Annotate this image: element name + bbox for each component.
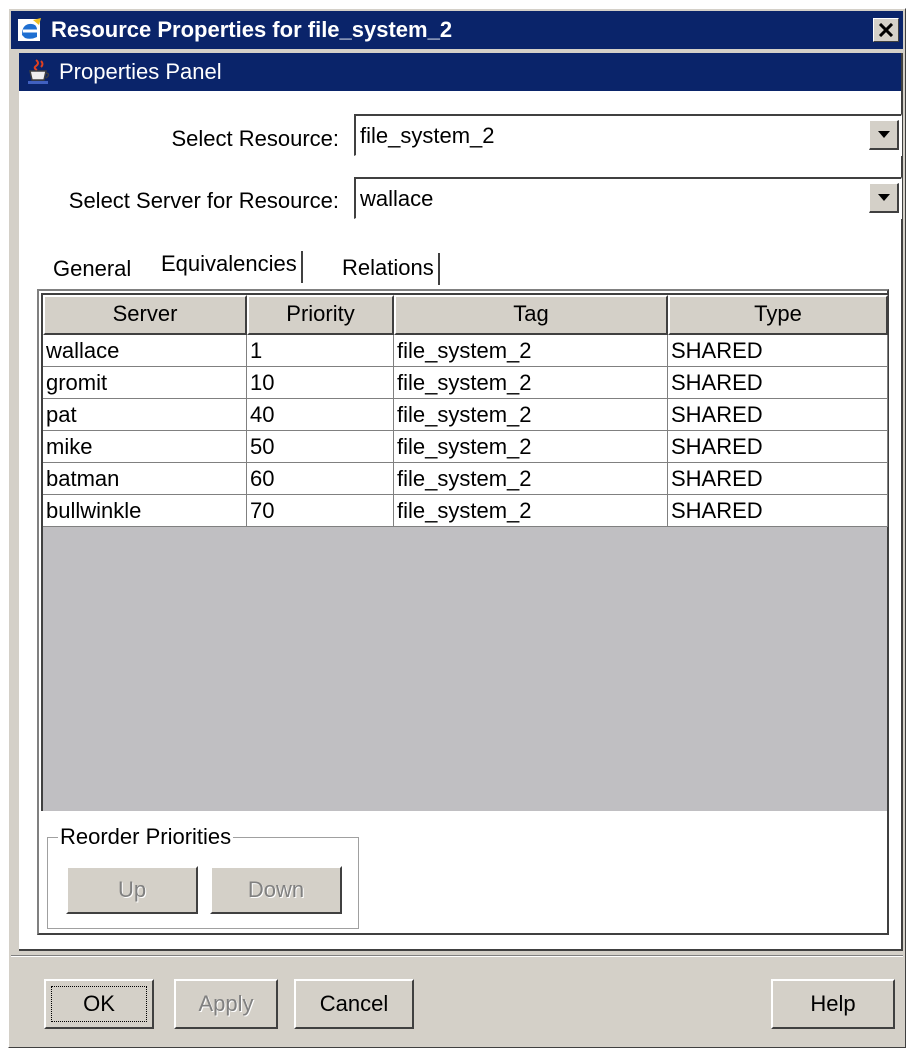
cell-priority[interactable]: 50: [247, 431, 394, 463]
footer-separator-highlight: [11, 956, 903, 957]
panel-header: Properties Panel: [19, 53, 901, 91]
cell-tag[interactable]: file_system_2: [394, 335, 668, 367]
column-header-tag[interactable]: Tag: [394, 295, 668, 335]
cell-type[interactable]: SHARED: [668, 335, 888, 367]
cell-server[interactable]: gromit: [43, 367, 247, 399]
equivalencies-table[interactable]: Server Priority Tag Type wallace 1 file_sy…: [41, 293, 888, 811]
select-server-dropdown[interactable]: wallace: [354, 177, 902, 219]
select-resource-dropdown-button[interactable]: [869, 120, 899, 150]
column-header-type[interactable]: Type: [668, 295, 888, 335]
column-header-priority[interactable]: Priority: [247, 295, 394, 335]
cell-tag[interactable]: file_system_2: [394, 431, 668, 463]
select-server-label: Select Server for Resource:: [68, 188, 339, 213]
close-icon: [878, 23, 894, 37]
cell-tag[interactable]: file_system_2: [394, 463, 668, 495]
help-button[interactable]: Help: [771, 979, 895, 1029]
cell-server[interactable]: wallace: [43, 335, 247, 367]
apply-button[interactable]: Apply: [174, 979, 278, 1029]
select-resource-dropdown[interactable]: file_system_2: [354, 114, 902, 156]
java-app-icon: [17, 17, 43, 43]
select-server-value: wallace: [360, 186, 434, 211]
down-button[interactable]: Down: [210, 866, 342, 914]
cell-type[interactable]: SHARED: [668, 495, 888, 527]
cell-type[interactable]: SHARED: [668, 399, 888, 431]
cancel-button[interactable]: Cancel: [294, 979, 414, 1029]
reorder-priorities-group: Reorder Priorities Up Down: [47, 824, 359, 929]
cell-tag[interactable]: file_system_2: [394, 399, 668, 431]
cell-server[interactable]: pat: [43, 399, 247, 431]
tab-equivalencies[interactable]: Equivalencies: [161, 251, 303, 283]
reorder-priorities-label: Reorder Priorities: [58, 824, 234, 850]
equivalencies-tab-panel: Server Priority Tag Type wallace 1 file_sy…: [37, 289, 889, 935]
cell-type[interactable]: SHARED: [668, 431, 888, 463]
cell-type[interactable]: SHARED: [668, 367, 888, 399]
select-resource-label: Select Resource:: [171, 126, 339, 151]
close-button[interactable]: [873, 18, 899, 42]
properties-dialog: Resource Properties for file_system_2 Pr…: [8, 8, 906, 1048]
cell-server[interactable]: bullwinkle: [43, 495, 247, 527]
cell-tag[interactable]: file_system_2: [394, 495, 668, 527]
tab-general[interactable]: General: [53, 256, 131, 282]
column-header-server[interactable]: Server: [43, 295, 247, 335]
cell-priority[interactable]: 60: [247, 463, 394, 495]
properties-panel: Properties Panel Select Resource: file_s…: [19, 53, 903, 951]
chevron-down-icon: [877, 131, 890, 138]
cell-server[interactable]: mike: [43, 431, 247, 463]
java-cup-icon: [25, 58, 53, 86]
select-resource-value: file_system_2: [360, 123, 495, 148]
cell-server[interactable]: batman: [43, 463, 247, 495]
window-title: Resource Properties for file_system_2: [51, 17, 453, 42]
tab-relations[interactable]: Relations: [336, 253, 440, 285]
cell-priority[interactable]: 40: [247, 399, 394, 431]
cell-priority[interactable]: 70: [247, 495, 394, 527]
cell-priority[interactable]: 10: [247, 367, 394, 399]
cell-tag[interactable]: file_system_2: [394, 367, 668, 399]
up-button[interactable]: Up: [66, 866, 198, 914]
panel-title: Properties Panel: [59, 59, 222, 84]
select-server-dropdown-button[interactable]: [869, 183, 899, 213]
cell-priority[interactable]: 1: [247, 335, 394, 367]
cell-type[interactable]: SHARED: [668, 463, 888, 495]
ok-button[interactable]: OK: [44, 979, 154, 1029]
chevron-down-icon: [877, 194, 890, 201]
title-bar[interactable]: Resource Properties for file_system_2: [11, 11, 903, 49]
focus-rectangle: [51, 986, 147, 1022]
